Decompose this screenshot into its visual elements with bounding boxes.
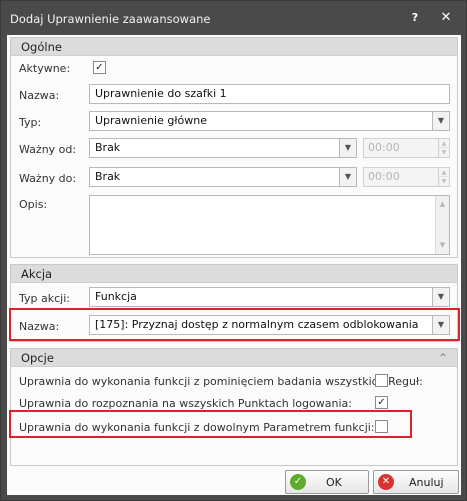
time-spinner: ▲ ▼	[438, 138, 450, 158]
spinner-up-icon: ▲	[439, 139, 449, 148]
action-group: Akcja Typ akcji: Funkcja ▼ Nazwa: [175]:…	[10, 264, 458, 342]
cancel-button-label: Anuluj	[409, 476, 444, 489]
options-group: Opcje ^ Uprawnia do wykonania funkcji z …	[10, 348, 458, 466]
x-circle-icon: ✕	[378, 474, 394, 490]
time-spinner: ▲ ▼	[438, 167, 450, 187]
spinner-up-icon: ▲	[439, 168, 449, 177]
name-input[interactable]: Uprawnienie do szafki 1	[89, 84, 450, 104]
type-label: Typ:	[19, 116, 42, 129]
valid-to-time-value: 00:00	[363, 167, 438, 187]
cancel-button[interactable]: ✕ Anuluj	[373, 470, 459, 494]
type-select[interactable]: Uprawnienie główne ▼	[89, 111, 450, 131]
action-name-label: Nazwa:	[19, 320, 60, 333]
valid-from-label: Ważny od:	[19, 143, 77, 156]
options-group-title: Opcje	[21, 351, 54, 365]
checkmark-icon: ✓	[377, 397, 386, 408]
valid-from-time-value: 00:00	[363, 138, 438, 158]
scroll-down-icon[interactable]: ▼	[436, 239, 449, 252]
checkmark-icon: ✓	[95, 62, 104, 73]
chevron-down-icon[interactable]: ▼	[339, 167, 357, 187]
action-type-label: Typ akcji:	[19, 292, 70, 305]
scroll-up-icon[interactable]: ▲	[436, 198, 449, 211]
dialog-window: Dodaj Uprawnienie zaawansowane ? ✕ Ogóln…	[0, 0, 467, 501]
type-select-value: Uprawnienie główne	[89, 111, 432, 131]
valid-to-select[interactable]: Brak ▼	[89, 167, 357, 187]
action-group-title: Akcja	[21, 267, 53, 281]
check-circle-icon: ✓	[290, 474, 306, 490]
collapse-icon[interactable]: ^	[437, 349, 449, 367]
chevron-down-icon[interactable]: ▼	[432, 315, 450, 335]
general-group-header: Ogólne	[11, 38, 457, 56]
action-group-header: Akcja	[11, 265, 457, 283]
title-bar[interactable]: Dodaj Uprawnienie zaawansowane ? ✕	[1, 1, 466, 35]
chevron-down-icon[interactable]: ▼	[339, 138, 357, 158]
scrollbar[interactable]: ▲ ▼	[435, 196, 449, 254]
dialog-content: Ogólne Aktywne: ✓ Nazwa: Uprawnienie do …	[7, 35, 461, 495]
action-type-value: Funkcja	[89, 287, 432, 307]
valid-from-time: 00:00 ▲ ▼	[363, 138, 450, 158]
help-icon[interactable]: ?	[407, 10, 423, 26]
general-group-title: Ogólne	[21, 40, 62, 54]
dialog-title: Dodaj Uprawnienie zaawansowane	[10, 12, 211, 26]
ok-button[interactable]: ✓ OK	[285, 470, 369, 494]
description-label: Opis:	[19, 198, 48, 211]
valid-from-select[interactable]: Brak ▼	[89, 138, 357, 158]
valid-from-value: Brak	[89, 138, 339, 158]
description-textarea[interactable]: ▲ ▼	[89, 195, 450, 255]
name-label: Nazwa:	[19, 89, 60, 102]
action-name-value: [175]: Przyznaj dostęp z normalnym czase…	[89, 315, 432, 335]
option-label: Uprawnia do wykonania funkcji z dowolnym…	[19, 421, 375, 434]
valid-to-value: Brak	[89, 167, 339, 187]
chevron-down-icon[interactable]: ▼	[432, 111, 450, 131]
close-icon[interactable]: ✕	[438, 10, 454, 26]
general-group: Ogólne Aktywne: ✓ Nazwa: Uprawnienie do …	[10, 37, 458, 258]
active-label: Aktywne:	[19, 62, 71, 75]
valid-to-time: 00:00 ▲ ▼	[363, 167, 450, 187]
ok-button-label: OK	[326, 476, 342, 489]
spinner-down-icon: ▼	[441, 149, 447, 156]
option-label: Uprawnia do wykonania funkcji z pominięc…	[19, 375, 423, 388]
options-group-header[interactable]: Opcje ^	[11, 349, 457, 367]
action-type-select[interactable]: Funkcja ▼	[89, 287, 450, 307]
spinner-down-icon: ▼	[441, 178, 447, 185]
option-checkbox[interactable]	[375, 374, 388, 387]
valid-to-label: Ważny do:	[19, 172, 77, 185]
chevron-down-icon[interactable]: ▼	[432, 287, 450, 307]
action-name-select[interactable]: [175]: Przyznaj dostęp z normalnym czase…	[89, 315, 450, 335]
option-checkbox[interactable]: ✓	[375, 396, 388, 409]
active-checkbox[interactable]: ✓	[93, 61, 106, 74]
option-label: Uprawnia do rozpoznania na wszyskich Pun…	[19, 397, 352, 410]
option-checkbox[interactable]	[375, 420, 388, 433]
